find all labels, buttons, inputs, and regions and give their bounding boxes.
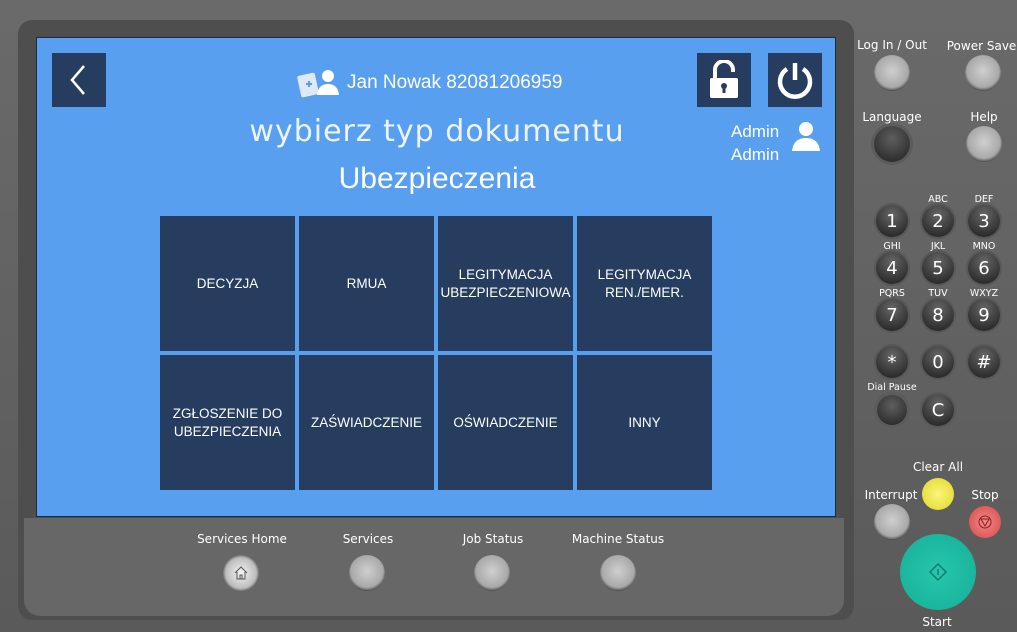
tile-inny[interactable]: INNY bbox=[577, 355, 712, 490]
machine-status-label: Machine Status bbox=[571, 532, 665, 546]
back-button[interactable] bbox=[52, 53, 106, 107]
user-first-name: Admin bbox=[731, 122, 780, 141]
start-button[interactable] bbox=[900, 534, 976, 610]
dial-pause-button[interactable] bbox=[877, 395, 907, 425]
key-4[interactable]: 4 bbox=[876, 252, 908, 284]
patient-name: Jan Nowak 82081206959 bbox=[347, 72, 563, 93]
login-button[interactable] bbox=[874, 55, 910, 91]
start-label: Start bbox=[922, 615, 952, 629]
job-status-button[interactable] bbox=[474, 555, 510, 591]
power-icon bbox=[777, 63, 813, 99]
lock-button[interactable] bbox=[697, 53, 751, 107]
key-9[interactable]: 9 bbox=[968, 299, 1000, 331]
tile-oswiadczenie[interactable]: OŚWIADCZENIE bbox=[438, 355, 573, 490]
tile-legitymacja-ren-emer[interactable]: LEGITYMACJA REN./EMER. bbox=[577, 216, 712, 351]
key-1[interactable]: 1 bbox=[876, 205, 908, 237]
page-title: wybierz typ dokumentu bbox=[249, 114, 625, 149]
key-7[interactable]: 7 bbox=[876, 299, 908, 331]
key-star[interactable]: * bbox=[876, 346, 908, 378]
dial-pause-label: Dial Pause bbox=[867, 382, 917, 393]
power-button[interactable] bbox=[768, 53, 822, 107]
touch-screen: Jan Nowak 82081206959 wybierz typ dokume… bbox=[36, 37, 836, 517]
job-status-label: Job Status bbox=[462, 532, 524, 546]
key-6[interactable]: 6 bbox=[968, 252, 1000, 284]
clear-button[interactable]: C bbox=[922, 394, 954, 426]
bottom-strip bbox=[24, 518, 844, 616]
services-label: Services bbox=[342, 532, 394, 546]
key-letters-label: DEF bbox=[974, 194, 994, 205]
services-home-button[interactable] bbox=[223, 555, 259, 591]
tile-legitymacja-ubezpieczeniowa[interactable]: LEGITYMACJA UBEZPIECZENIOWA bbox=[438, 216, 573, 351]
key-0[interactable]: 0 bbox=[922, 346, 954, 378]
power-saver-label: Power Saver bbox=[946, 39, 1017, 53]
help-label: Help bbox=[970, 110, 998, 124]
home-icon bbox=[234, 566, 248, 580]
key-2[interactable]: 2 bbox=[922, 205, 954, 237]
user-name: Admin Admin bbox=[731, 120, 779, 166]
key-8[interactable]: 8 bbox=[922, 299, 954, 331]
category-title: Ubezpieczenia bbox=[338, 162, 536, 195]
key-3[interactable]: 3 bbox=[968, 205, 1000, 237]
help-button[interactable] bbox=[966, 126, 1002, 162]
key-5[interactable]: 5 bbox=[922, 252, 954, 284]
user-icon[interactable] bbox=[790, 120, 822, 152]
tile-decyzja[interactable]: DECYZJA bbox=[160, 216, 295, 351]
patient-card-icon bbox=[297, 70, 339, 98]
stop-icon bbox=[978, 515, 992, 529]
lock-icon bbox=[710, 60, 738, 98]
services-home-label: Services Home bbox=[197, 532, 287, 546]
clear-all-label: Clear All bbox=[912, 460, 964, 474]
start-icon bbox=[928, 562, 948, 582]
tile-rmua[interactable]: RMUA bbox=[299, 216, 434, 351]
stop-label: Stop bbox=[971, 488, 999, 502]
key-letters-label: WXYZ bbox=[969, 288, 999, 299]
chevron-left-icon bbox=[70, 65, 85, 95]
tile-zgloszenie[interactable]: ZGŁOSZENIE DO UBEZPIECZENIA bbox=[160, 355, 295, 490]
power-saver-button[interactable] bbox=[965, 55, 1001, 91]
patient-info: Jan Nowak 82081206959 bbox=[297, 68, 563, 98]
user-last-name: Admin bbox=[731, 145, 780, 164]
device-panel: Jan Nowak 82081206959 wybierz typ dokume… bbox=[0, 0, 1017, 632]
services-button[interactable] bbox=[349, 555, 385, 591]
document-type-grid: DECYZJA RMUA LEGITYMACJA UBEZPIECZENIOWA… bbox=[160, 216, 712, 490]
key-letters-label: MNO bbox=[972, 241, 996, 252]
tile-zaswiadczenie[interactable]: ZAŚWIADCZENIE bbox=[299, 355, 434, 490]
key-hash[interactable]: # bbox=[968, 346, 1000, 378]
language-button[interactable] bbox=[874, 126, 910, 162]
stop-button[interactable] bbox=[969, 506, 1001, 538]
interrupt-button[interactable] bbox=[874, 504, 910, 540]
machine-status-button[interactable] bbox=[600, 555, 636, 591]
